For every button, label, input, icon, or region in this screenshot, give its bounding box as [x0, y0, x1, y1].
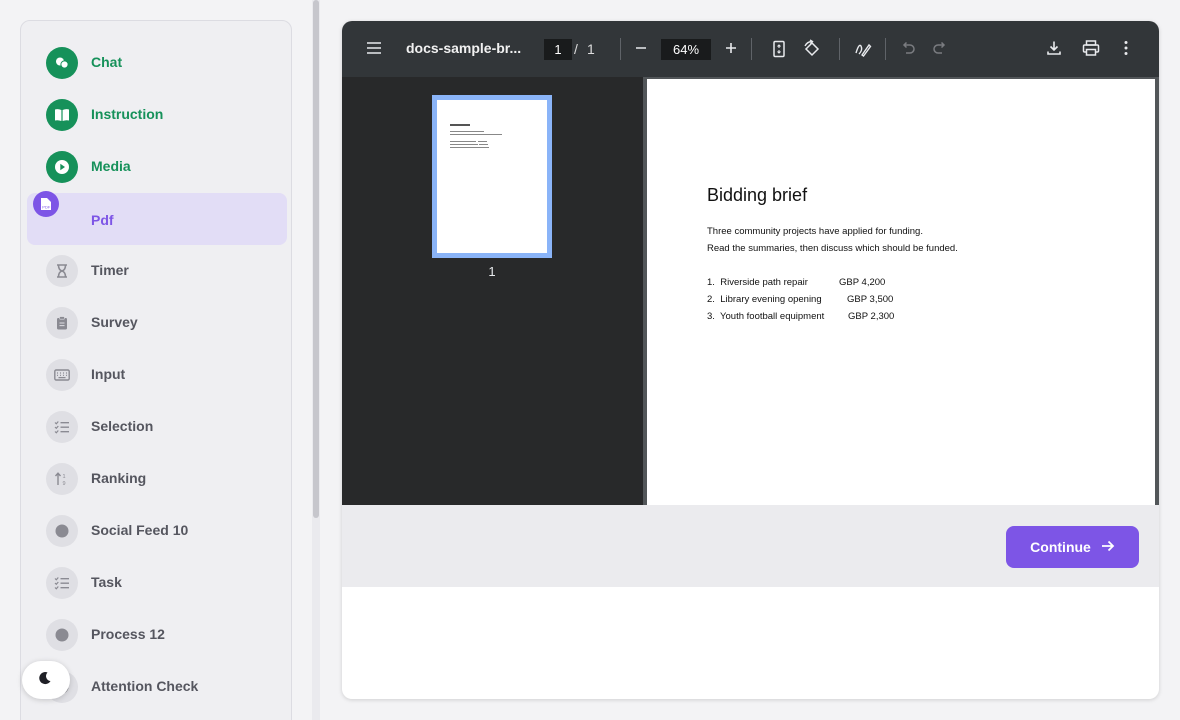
- svg-text:PDF: PDF: [42, 205, 51, 210]
- divider: [751, 38, 752, 60]
- sidebar-item-ranking[interactable]: 19 Ranking: [27, 453, 287, 505]
- divider: [620, 38, 621, 60]
- rotate-icon[interactable]: [802, 39, 822, 64]
- thumbnail-sidebar: 1: [342, 77, 643, 505]
- sidebar-item-label: Input: [91, 366, 126, 382]
- sidebar-item-label: Survey: [91, 314, 138, 330]
- fit-page-icon[interactable]: [772, 40, 786, 63]
- card-footer: Continue: [342, 505, 1159, 587]
- project-item: 1. Riverside path repair GBP 4,200: [707, 277, 886, 288]
- sidebar-item-label: Timer: [91, 262, 129, 278]
- project-name: Riverside path repair: [720, 277, 808, 288]
- dot-icon: [46, 619, 78, 651]
- page-thumbnail[interactable]: [432, 95, 552, 258]
- project-item: 2. Library evening opening GBP 3,500: [707, 294, 894, 305]
- svg-text:1: 1: [63, 474, 66, 480]
- project-amount: GBP 2,300: [848, 311, 895, 322]
- sidebar-item-task[interactable]: Task: [27, 557, 287, 609]
- sidebar-item-selection[interactable]: Selection: [27, 401, 287, 453]
- sidebar-item-chat[interactable]: Chat: [27, 37, 287, 89]
- document-intro-line: Three community projects have applied fo…: [707, 226, 923, 237]
- document-title: docs-sample-br...: [406, 40, 522, 56]
- keyboard-icon: [46, 359, 78, 391]
- sidebar-item-timer[interactable]: Timer: [27, 245, 287, 297]
- sidebar-item-instruction[interactable]: Instruction: [27, 89, 287, 141]
- continue-button[interactable]: Continue: [1006, 526, 1139, 568]
- scrollbar-thumb[interactable]: [313, 0, 319, 518]
- download-icon[interactable]: [1046, 40, 1062, 61]
- clipboard-icon: [46, 307, 78, 339]
- sidebar-item-survey[interactable]: Survey: [27, 297, 287, 349]
- sidebar: Chat Instruction Media PDF Pdf Timer Sur…: [20, 20, 292, 720]
- checklist-icon: [46, 567, 78, 599]
- sidebar-item-media[interactable]: Media: [27, 141, 287, 193]
- document-intro-line: Read the summaries, then discuss which s…: [707, 243, 958, 254]
- continue-label: Continue: [1030, 539, 1091, 555]
- document-heading: Bidding brief: [707, 185, 808, 205]
- pdf-page: Bidding brief Three community projects h…: [647, 79, 1155, 505]
- sidebar-item-label: Attention Check: [91, 678, 199, 694]
- project-amount: GBP 4,200: [839, 277, 886, 288]
- thumbnail-page-number: 1: [488, 264, 496, 279]
- pdf-viewer: 1 Bidding brief Three community projects…: [342, 77, 1159, 505]
- sidebar-item-label: Instruction: [91, 106, 164, 122]
- zoom-in-icon[interactable]: [724, 41, 738, 60]
- sidebar-item-label: Chat: [91, 54, 123, 70]
- sidebar-item-input[interactable]: Input: [27, 349, 287, 401]
- zoom-out-icon[interactable]: [634, 41, 648, 60]
- project-item: 3. Youth football equipment GBP 2,300: [707, 311, 895, 322]
- pdf-toolbar: docs-sample-br... 1 / 1 64%: [342, 21, 1159, 77]
- page-total: 1: [587, 41, 595, 57]
- project-name: Library evening opening: [720, 294, 822, 305]
- moon-icon: [38, 671, 52, 690]
- menu-icon[interactable]: [366, 41, 382, 60]
- chat-icon: [46, 47, 78, 79]
- pdf-card: docs-sample-br... 1 / 1 64% 1 Bidding br…: [342, 21, 1159, 699]
- sidebar-item-label: Task: [91, 574, 122, 590]
- sidebar-item-label: Pdf: [91, 212, 114, 228]
- page-number-input[interactable]: 1: [544, 39, 572, 60]
- annotate-icon[interactable]: [854, 40, 872, 63]
- page-separator: /: [574, 41, 578, 57]
- checklist-icon: [46, 411, 78, 443]
- dot-icon: [46, 515, 78, 547]
- sidebar-item-label: Selection: [91, 418, 154, 434]
- book-icon: [46, 99, 78, 131]
- zoom-level-input[interactable]: 64%: [661, 39, 711, 60]
- svg-text:9: 9: [63, 481, 66, 486]
- project-amount: GBP 3,500: [847, 294, 894, 305]
- redo-icon[interactable]: [932, 41, 948, 60]
- divider: [839, 38, 840, 60]
- more-options-icon[interactable]: [1123, 40, 1129, 61]
- play-icon: [46, 151, 78, 183]
- sidebar-item-label: Media: [91, 158, 131, 174]
- undo-icon[interactable]: [900, 41, 916, 60]
- sidebar-item-label: Social Feed 10: [91, 522, 189, 538]
- print-icon[interactable]: [1082, 40, 1100, 61]
- divider: [885, 38, 886, 60]
- hourglass-icon: [46, 255, 78, 287]
- sort-icon: 19: [46, 463, 78, 495]
- project-name: Youth football equipment: [720, 311, 825, 322]
- sidebar-item-label: Process 12: [91, 626, 165, 642]
- sidebar-item-pdf[interactable]: PDF Pdf: [27, 191, 287, 245]
- sidebar-item-process[interactable]: Process 12: [27, 609, 287, 661]
- theme-toggle-button[interactable]: [22, 661, 70, 699]
- sidebar-item-social-feed[interactable]: Social Feed 10: [27, 505, 287, 557]
- pdf-icon: PDF: [33, 191, 59, 217]
- arrow-right-icon: [1101, 539, 1115, 555]
- sidebar-item-label: Ranking: [91, 470, 147, 486]
